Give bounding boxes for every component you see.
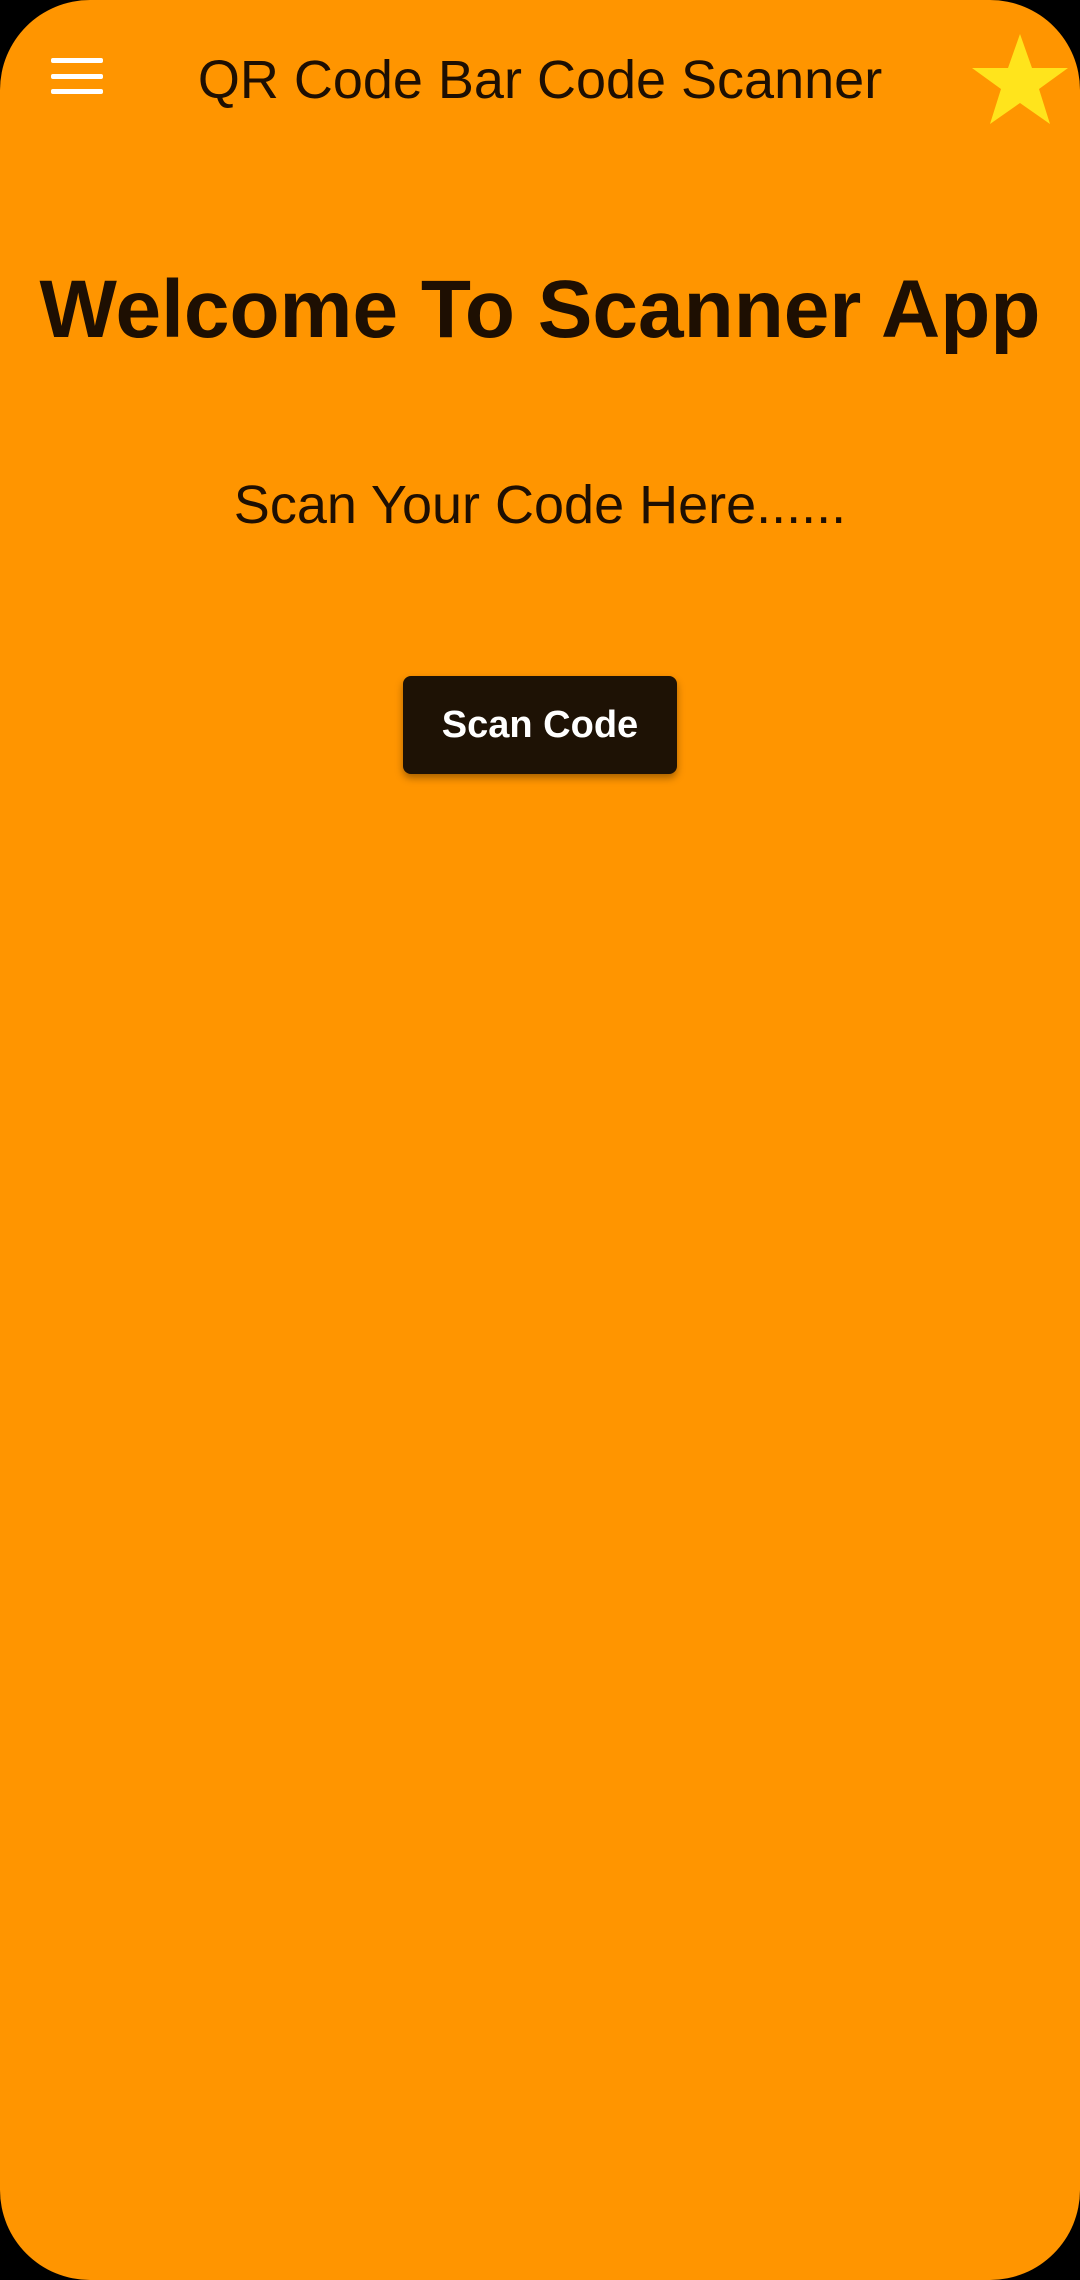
scan-instruction: Scan Your Code Here...... xyxy=(233,475,847,535)
menu-button[interactable] xyxy=(32,36,122,116)
welcome-heading: Welcome To Scanner App xyxy=(39,264,1041,355)
app-bar: QR Code Bar Code Scanner xyxy=(0,0,1080,160)
app-screen: QR Code Bar Code Scanner Welcome To Scan… xyxy=(0,0,1080,2280)
hamburger-menu-icon xyxy=(51,58,103,94)
favorite-button[interactable] xyxy=(970,30,1070,130)
app-title: QR Code Bar Code Scanner xyxy=(197,50,883,110)
scan-code-button[interactable]: Scan Code xyxy=(403,676,677,774)
star-icon xyxy=(972,34,1068,124)
